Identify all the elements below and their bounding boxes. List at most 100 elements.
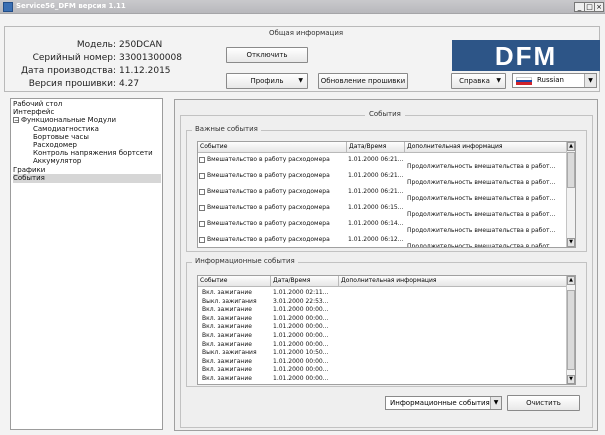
firmware-update-button[interactable]: Обновление прошивки [318,73,408,89]
event-cell: Вмешательство в работу расходомера [207,188,330,195]
info-events-table[interactable]: Событие Дата/Время Дополнительная информ… [197,275,576,385]
event-cell: Вкл. зажигание [202,306,252,314]
tree-item-label: Бортовые часы [33,132,89,141]
scroll-up-icon[interactable]: ▲ [567,276,575,285]
column-header-event[interactable]: Событие [198,276,271,287]
events-title: События [365,110,405,118]
tree-item-label: Контроль напряжения бортсети [33,149,153,158]
dfm-logo: DFM [452,40,600,71]
tree-item-label: Расходомер [33,141,77,149]
tree-item-label: События [13,173,45,182]
event-cell: Выкл. зажигания [202,349,257,357]
table-row[interactable]: Вмешательство в работу расходомера 1.01.2… [198,202,568,218]
info-cell: Продолжительность вмешательства в работ.… [407,243,556,248]
table-row[interactable]: Вмешательство в работу расходомера 1.01.2… [198,234,568,248]
important-events-table[interactable]: Событие Дата/Время Дополнительная информ… [197,141,576,248]
language-select[interactable]: Russian ▼ [512,73,597,88]
important-events-legend: Важные события [192,125,261,133]
chevron-down-icon: ▼ [298,77,303,84]
expand-icon[interactable] [199,221,205,227]
table-row[interactable]: Вмешательство в работу расходомера 1.01.2… [198,154,568,170]
column-header-datetime[interactable]: Дата/Время [271,276,339,287]
datetime-cell: 3.01.2000 22:53... [273,297,329,305]
column-header-event[interactable]: Событие [198,142,347,153]
navigation-tree[interactable]: Рабочий стол Интерфейс − Функциональные Мод… [10,98,163,430]
disconnect-button[interactable]: Отключить [226,47,308,63]
dfm-logo-mark: DFM [495,43,557,68]
tree-item-label: Функциональные Модули [21,116,116,125]
tree-item-label: Рабочий стол [13,100,63,108]
expand-icon[interactable] [199,205,205,211]
datetime-cell: 1.01.2000 00:00... [273,323,329,331]
event-cell: Вкл. зажигание [202,314,252,322]
datetime-cell: 1.01.2000 00:00... [273,340,329,348]
event-cell: Вкл. зажигание [202,332,252,339]
help-button[interactable]: Справка ▼ [451,73,506,89]
close-button[interactable]: × [594,2,604,12]
datetime-cell: 1.01.2000 06:21... [348,156,404,163]
event-cell: Выкл. зажигания [202,297,257,305]
event-cell: Вкл. зажигание [202,340,252,348]
profile-button[interactable]: Профиль ▼ [226,73,308,89]
expand-icon[interactable] [199,173,205,179]
profile-button-label: Профиль [250,77,284,85]
chevron-down-icon: ▼ [496,77,501,84]
scroll-thumb[interactable] [567,290,575,370]
table-row[interactable]: Вмешательство в работу расходомера 1.01.2… [198,186,568,202]
clear-button[interactable]: Очистить [507,395,580,411]
svg-text:DFM: DFM [495,43,557,68]
serial-label: Серийный номер: [32,53,116,63]
scroll-thumb[interactable] [567,152,575,188]
app-icon [3,2,13,12]
datetime-cell: 1.01.2000 06:21... [348,188,404,195]
event-cell: Вмешательство в работу расходомера [207,172,330,179]
expand-icon[interactable] [199,237,205,243]
datetime-cell: 1.01.2000 00:00... [273,366,329,374]
expand-icon[interactable] [199,157,205,163]
model-value: 250DCAN [119,40,163,50]
column-header-info[interactable]: Дополнительная информация [339,276,568,287]
column-header-info[interactable]: Дополнительная информация [405,142,568,153]
table-row[interactable]: Вкл. зажигание 1.01.2000 00:00... [198,375,568,384]
datetime-cell: 1.01.2000 00:00... [273,375,329,382]
general-info-legend: Общая информация [265,29,348,37]
tree-item[interactable]: События [13,173,161,183]
help-button-label: Справка [459,77,490,85]
info-events-legend: Информационные события [192,257,298,265]
table-row[interactable]: Вмешательство в работу расходомера 1.01.2… [198,218,568,234]
tree-item-label: Самодиагностика [33,124,99,133]
event-cell: Вкл. зажигание [202,366,252,374]
russia-flag-icon [516,77,532,85]
table-row[interactable]: Вмешательство в работу расходомера 1.01.2… [198,170,568,186]
production-date-value: 11.12.2015 [119,66,171,76]
window-title: Service56_DFM версия 1.11 [16,2,126,10]
event-cell: Вкл. зажигание [202,357,252,365]
datetime-cell: 1.01.2000 06:15... [348,204,404,211]
scroll-up-icon[interactable]: ▲ [567,142,575,151]
datetime-cell: 1.01.2000 00:00... [273,306,329,314]
collapse-icon[interactable]: − [13,117,19,124]
column-header-datetime[interactable]: Дата/Время [347,142,405,153]
datetime-cell: 1.01.2000 02:11... [273,289,329,296]
datetime-cell: 1.01.2000 00:00... [273,314,329,322]
datetime-cell: 1.01.2000 06:14... [348,220,404,227]
event-cell: Вмешательство в работу расходомера [207,220,330,227]
chevron-down-icon[interactable]: ▼ [490,397,501,409]
model-label: Модель: [76,40,116,50]
event-cell: Вкл. зажигание [202,289,252,296]
expand-icon[interactable] [199,189,205,195]
event-cell: Вмешательство в работу расходомера [207,236,330,243]
firmware-version-label: Версия прошивки: [28,79,116,89]
event-cell: Вмешательство в работу расходомера [207,156,330,163]
datetime-cell: 1.01.2000 00:00... [273,332,329,339]
datetime-cell: 1.01.2000 06:12... [348,236,404,243]
scroll-down-icon[interactable]: ▼ [567,238,575,247]
chevron-down-icon[interactable]: ▼ [584,74,596,87]
datetime-cell: 1.01.2000 10:50... [273,349,329,357]
tree-item-label: Аккумулятор [33,157,82,166]
serial-value: 33001300008 [119,53,182,63]
event-filter-select[interactable]: Информационные события ▼ [385,396,502,410]
production-date-label: Дата производства: [21,66,116,76]
event-cell: Вмешательство в работу расходомера [207,204,330,211]
scroll-down-icon[interactable]: ▼ [567,375,575,384]
